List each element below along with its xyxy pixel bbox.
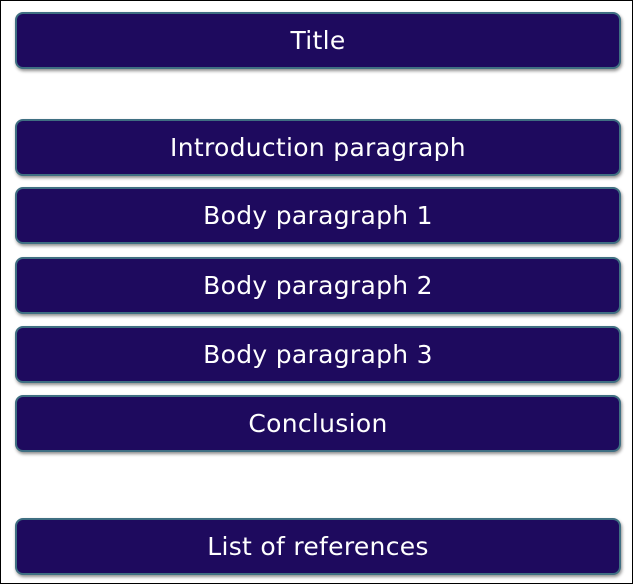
introduction-paragraph-box: Introduction paragraph [15,119,621,176]
diagram-frame: Title Introduction paragraph Body paragr… [0,0,633,584]
body-paragraph-3-box: Body paragraph 3 [15,326,621,383]
conclusion-label: Conclusion [248,409,388,438]
body-paragraph-1-box: Body paragraph 1 [15,187,621,244]
introduction-paragraph-label: Introduction paragraph [170,133,466,162]
list-of-references-box: List of references [15,518,621,575]
title-box: Title [15,12,621,69]
body-paragraph-3-label: Body paragraph 3 [203,340,433,369]
body-paragraph-2-label: Body paragraph 2 [203,271,433,300]
conclusion-box: Conclusion [15,395,621,452]
body-paragraph-1-label: Body paragraph 1 [203,201,433,230]
list-of-references-label: List of references [207,532,429,561]
body-paragraph-2-box: Body paragraph 2 [15,257,621,314]
title-label: Title [290,26,346,55]
